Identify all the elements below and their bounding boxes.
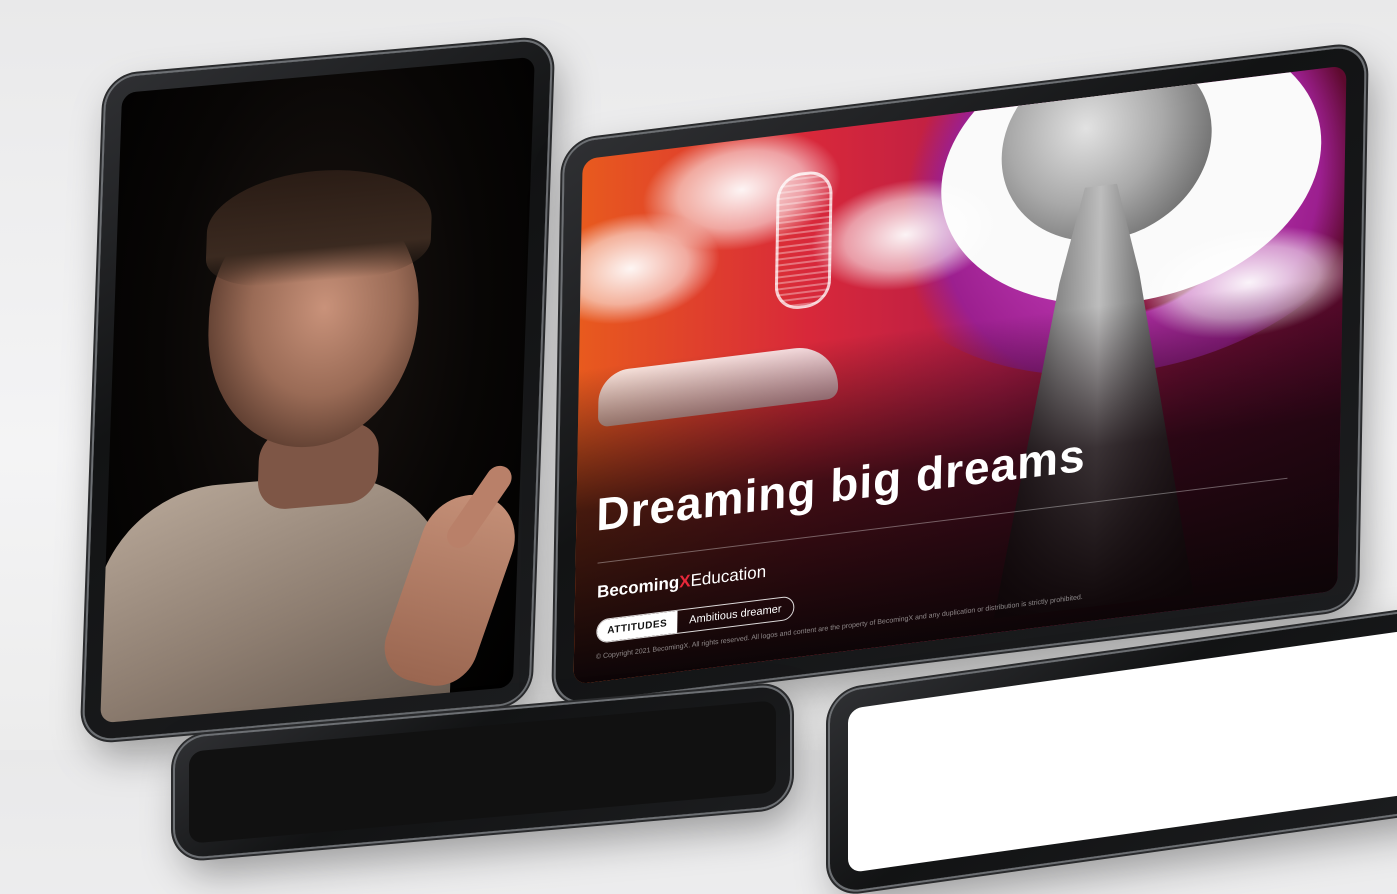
tablet-main: Dreaming big dreams BecomingXEducation A…	[555, 45, 1365, 705]
bottom-right-screen	[848, 626, 1397, 874]
microphone-image	[774, 168, 833, 312]
tablet-left	[83, 39, 552, 741]
portrait-screen	[100, 56, 535, 724]
slide-screen: Dreaming big dreams BecomingXEducation A…	[573, 65, 1347, 685]
brand-x-mark: X	[679, 571, 691, 592]
